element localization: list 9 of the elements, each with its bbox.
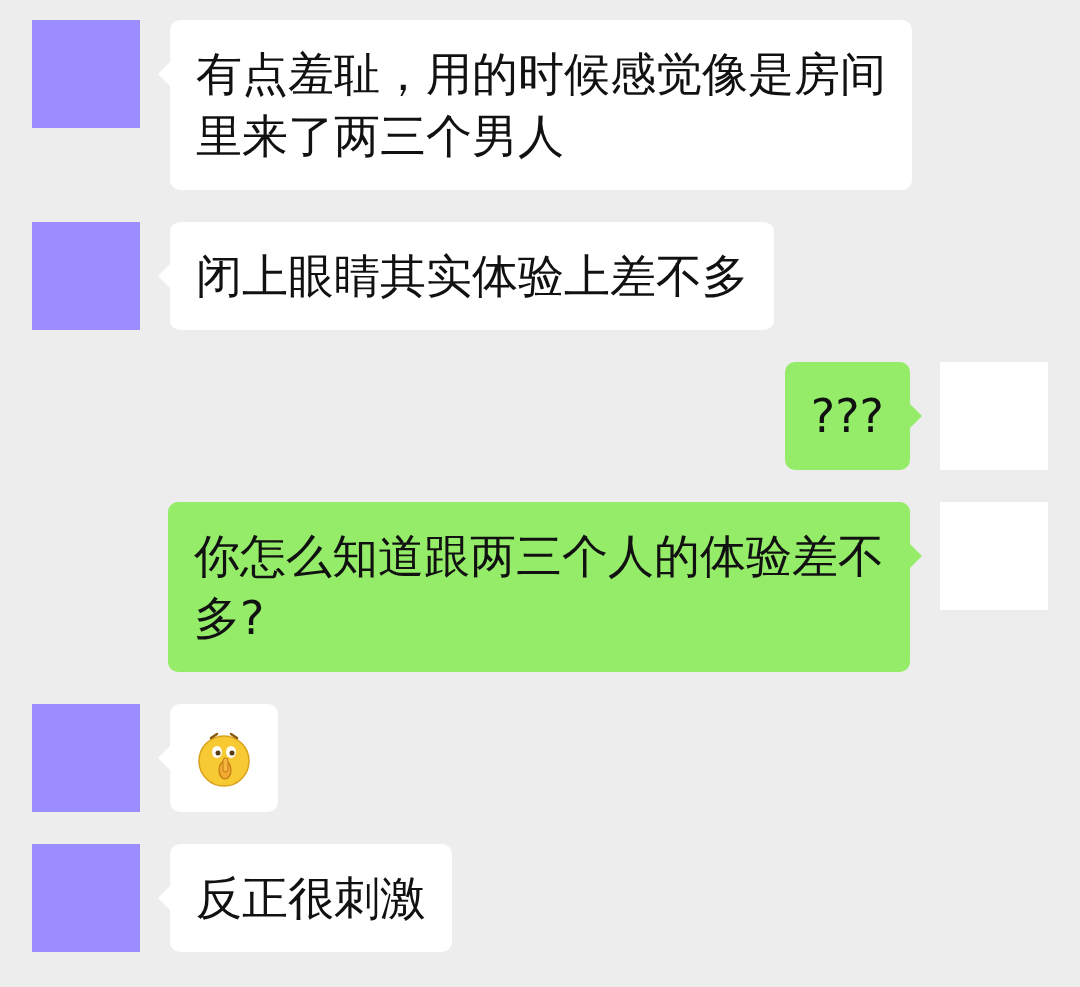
avatar[interactable] [32, 20, 140, 128]
message-text: 闭上眼睛其实体验上差不多 [196, 249, 748, 303]
avatar[interactable] [32, 704, 140, 812]
message-text: ??? [810, 389, 884, 443]
message-text: 反正很刺激 [196, 871, 426, 925]
avatar[interactable] [32, 222, 140, 330]
message-text: 有点羞耻，用的时候感觉像是房间里来了两三个男人 [196, 47, 886, 163]
avatar[interactable] [32, 844, 140, 952]
message-text: 你怎么知道跟两三个人的体验差不多? [194, 529, 884, 645]
